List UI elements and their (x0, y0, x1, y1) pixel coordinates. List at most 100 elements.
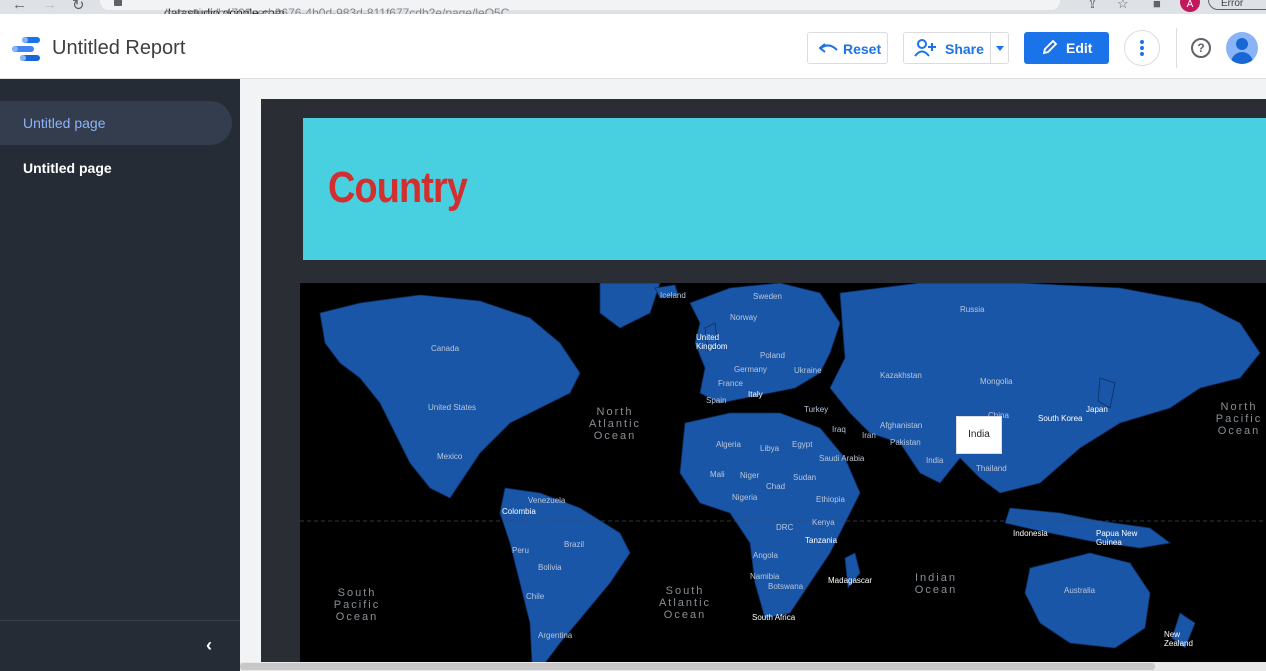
browser-toolbar: ← → ↻ datastudio.google.com/reporting/b4… (0, 0, 1266, 14)
map-label-uk: United Kingdom (696, 333, 728, 351)
pencil-icon (1042, 39, 1058, 55)
map-label-south-korea: South Korea (1038, 414, 1083, 423)
map-label-venezuela: Venezuela (528, 496, 566, 505)
map-label-egypt: Egypt (792, 440, 813, 449)
map-label-iceland: Iceland (660, 291, 686, 300)
more-dot (1140, 52, 1144, 56)
map-label-spain: Spain (706, 396, 727, 405)
report-title[interactable]: Untitled Report (52, 37, 185, 60)
map-label-namibia: Namibia (750, 572, 780, 581)
map-label-ethiopia: Ethiopia (816, 495, 845, 504)
map-label-pakistan: Pakistan (890, 438, 921, 447)
map-label-tanzania: Tanzania (805, 536, 838, 545)
share-label: Share (945, 41, 984, 57)
map-label-india: India (926, 456, 944, 465)
share-button[interactable]: Share (903, 32, 1009, 64)
share-divider (990, 33, 991, 63)
avatar-body (1231, 52, 1253, 64)
lock-icon (114, 0, 122, 6)
map-label-nigeria: Nigeria (732, 493, 758, 502)
map-label-turkey: Turkey (804, 405, 829, 414)
map-label-kazakhstan: Kazakhstan (880, 371, 922, 380)
map-label-colombia: Colombia (502, 507, 536, 516)
geo-map-chart[interactable]: Iceland Sweden Russia Norway United King… (300, 283, 1266, 663)
map-label-papua-new-guinea: Papua New Guinea (1096, 529, 1138, 547)
avatar-head (1236, 38, 1248, 50)
collapse-sidebar-icon[interactable]: ‹ (206, 635, 212, 656)
map-ocean-indian: Indian Ocean (914, 572, 958, 596)
map-ocean-north-pacific: North Pacific Ocean (1215, 401, 1263, 437)
reset-button[interactable]: Reset (807, 32, 888, 64)
map-label-kenya: Kenya (812, 518, 835, 527)
map-label-chad: Chad (766, 482, 786, 491)
map-label-mongolia: Mongolia (980, 377, 1013, 386)
scrollbar-thumb[interactable] (240, 663, 1155, 670)
map-label-germany: Germany (734, 365, 767, 374)
map-label-angola: Angola (753, 551, 778, 560)
data-studio-logo-icon[interactable] (12, 36, 42, 62)
map-label-afghanistan: Afghanistan (880, 421, 923, 430)
map-label-botswana: Botswana (768, 582, 804, 591)
map-label-mali: Mali (710, 470, 725, 479)
url-path: /reporting/b4700ced-9676-4b0d-983d-811f6… (164, 6, 510, 14)
edit-button[interactable]: Edit (1024, 32, 1109, 64)
map-label-brazil: Brazil (564, 540, 585, 549)
map-label-iran: Iran (862, 431, 876, 440)
forward-icon[interactable]: → (42, 0, 57, 13)
undo-icon (819, 43, 838, 53)
reload-icon[interactable]: ↻ (72, 0, 85, 14)
bookmark-star-icon[interactable]: ☆ (1117, 0, 1129, 12)
map-label-thailand: Thailand (976, 464, 1007, 473)
map-label-algeria: Algeria (716, 440, 741, 449)
horizontal-scrollbar[interactable] (240, 662, 1266, 671)
map-label-russia: Russia (960, 305, 985, 314)
app-header: Untitled Report Reset Share Edit ? (0, 14, 1266, 79)
map-label-australia: Australia (1064, 586, 1096, 595)
map-label-drc: DRC (776, 523, 794, 532)
page-nav-label: Untitled page (23, 115, 106, 131)
map-label-chile: Chile (526, 592, 545, 601)
share-page-icon[interactable]: ⇪ (1087, 0, 1098, 12)
more-dot (1140, 40, 1144, 44)
map-label-iraq: Iraq (832, 425, 846, 434)
profile-avatar[interactable]: A (1180, 0, 1200, 12)
map-label-peru: Peru (512, 546, 529, 555)
map-label-libya: Libya (760, 444, 780, 453)
edit-label: Edit (1066, 40, 1093, 56)
page-nav-label: Untitled page (23, 160, 112, 176)
more-dot (1140, 46, 1144, 50)
sidebar-divider (0, 620, 240, 621)
map-label-united-states: United States (428, 403, 477, 412)
back-icon[interactable]: ← (12, 0, 27, 13)
map-label-norway: Norway (730, 313, 758, 322)
more-options-button[interactable] (1124, 30, 1160, 66)
page-nav-item-1[interactable]: Untitled page (0, 101, 232, 145)
map-ocean-south-atlantic: South Atlantic Ocean (658, 585, 712, 621)
extension-icon[interactable]: ■ (1153, 0, 1161, 11)
world-map-shapes (300, 283, 1266, 663)
map-label-madagascar: Madagascar (828, 576, 873, 585)
map-label-france: France (718, 379, 743, 388)
map-label-poland: Poland (760, 351, 785, 360)
map-label-italy: Italy (748, 390, 763, 399)
map-label-bolivia: Bolivia (538, 563, 562, 572)
user-avatar[interactable] (1226, 32, 1258, 64)
map-label-new-zealand: New Zealand (1164, 630, 1193, 648)
map-label-ukraine: Ukraine (794, 366, 822, 375)
map-ocean-north-atlantic: North Atlantic Ocean (588, 406, 642, 442)
address-bar[interactable]: datastudio.google.com/reporting/b4700ced… (100, 0, 1060, 14)
map-label-sweden: Sweden (753, 292, 782, 301)
map-label-indonesia: Indonesia (1013, 529, 1048, 538)
error-chip[interactable]: Error (1208, 0, 1266, 10)
help-icon[interactable]: ? (1191, 38, 1211, 58)
page-navigator: Untitled page Untitled page ‹ (0, 79, 240, 671)
map-label-sudan: Sudan (793, 473, 817, 482)
map-label-south-africa: South Africa (752, 613, 796, 622)
page-nav-item-2[interactable]: Untitled page (0, 146, 232, 190)
share-dropdown-icon[interactable] (996, 46, 1004, 51)
map-label-mexico: Mexico (437, 452, 463, 461)
map-label-niger: Niger (740, 471, 760, 480)
map-label-argentina: Argentina (538, 631, 573, 640)
banner-title[interactable]: Country (328, 163, 468, 213)
map-ocean-south-pacific: South Pacific Ocean (333, 587, 381, 623)
